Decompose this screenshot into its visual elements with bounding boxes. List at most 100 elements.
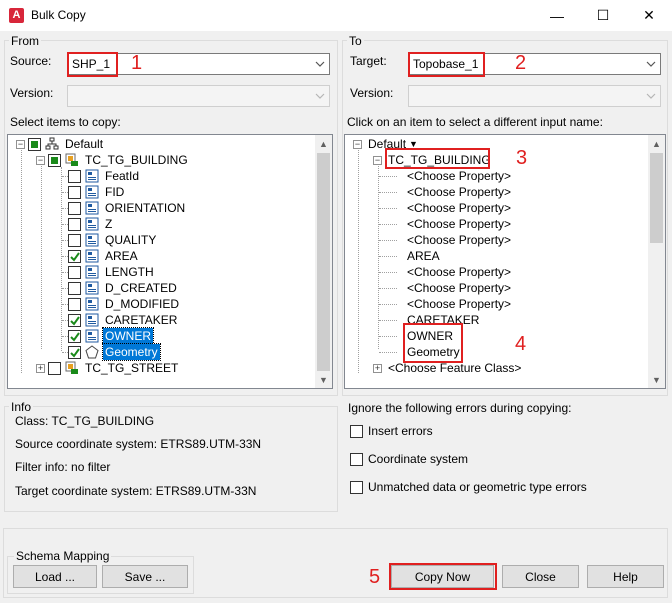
close-window-button[interactable]: ✕ — [626, 0, 672, 31]
scroll-down-icon[interactable]: ▼ — [315, 371, 332, 388]
street-checkbox[interactable] — [48, 361, 61, 375]
collapse-icon[interactable]: − — [353, 139, 362, 149]
mapping-label[interactable]: <Choose Property> — [405, 184, 513, 200]
scroll-up-icon[interactable]: ▲ — [648, 135, 665, 152]
to-group-label: To — [347, 34, 364, 48]
attribute-label: D_CREATED — [105, 281, 177, 295]
attribute-checkbox[interactable] — [68, 217, 81, 231]
attribute-label: OWNER — [102, 327, 154, 345]
mapping-label[interactable]: <Choose Property> — [405, 168, 513, 184]
target-tree[interactable]: − Default ▼ − TC_TG_BUILDING <Choose Pro… — [344, 134, 666, 389]
attribute-label: D_MODIFIED — [105, 297, 180, 311]
tree-row-building[interactable]: − TC_TG_BUILDING — [36, 152, 190, 168]
tree-row-mapping[interactable]: <Choose Property> — [379, 168, 513, 184]
tree-row-attribute[interactable]: QUALITY — [62, 232, 158, 248]
attribute-checkbox[interactable] — [68, 169, 81, 183]
scroll-up-icon[interactable]: ▲ — [315, 135, 332, 152]
tree-row-attribute[interactable]: FeatId — [62, 168, 141, 184]
attribute-checkbox[interactable] — [68, 345, 81, 359]
building-checkbox[interactable] — [48, 153, 61, 167]
coordinate-system-checkbox[interactable] — [350, 452, 363, 466]
attribute-checkbox[interactable] — [68, 297, 81, 311]
tree-row-attribute[interactable]: Z — [62, 216, 114, 232]
mapping-label[interactable]: <Choose Property> — [405, 280, 513, 296]
collapse-icon[interactable]: − — [16, 139, 25, 149]
tree-row-attribute[interactable]: D_CREATED — [62, 280, 179, 296]
feature-class-icon — [65, 153, 79, 167]
source-tree-scrollbar[interactable]: ▲ ▼ — [315, 135, 332, 388]
close-button[interactable]: Close — [502, 565, 579, 588]
expand-icon[interactable]: + — [373, 363, 382, 373]
attribute-checkbox[interactable] — [68, 233, 81, 247]
geometry-icon — [85, 345, 99, 359]
property-icon — [85, 201, 99, 215]
info-group-label: Info — [9, 400, 34, 414]
help-button[interactable]: Help — [587, 565, 664, 588]
mapping-label[interactable]: AREA — [405, 248, 442, 264]
insert-errors-checkbox[interactable] — [350, 424, 363, 438]
mapping-label[interactable]: <Choose Property> — [405, 216, 513, 232]
unmatched-data-checkbox[interactable] — [350, 480, 363, 494]
attribute-checkbox[interactable] — [68, 249, 81, 263]
annotation-box-4 — [403, 323, 463, 363]
maximize-button[interactable]: ☐ — [580, 0, 626, 31]
tree-row-attribute[interactable]: LENGTH — [62, 264, 156, 280]
collapse-icon[interactable]: − — [373, 155, 382, 165]
tree-row-attribute[interactable]: ORIENTATION — [62, 200, 187, 216]
tree-row-attribute[interactable]: AREA — [62, 248, 140, 264]
chevron-down-icon — [311, 86, 329, 106]
tree-row-mapping[interactable]: <Choose Property> — [379, 264, 513, 280]
attribute-checkbox[interactable] — [68, 201, 81, 215]
target-tree-scrollbar[interactable]: ▲ ▼ — [648, 135, 665, 388]
attribute-checkbox[interactable] — [68, 185, 81, 199]
unmatched-data-option[interactable]: Unmatched data or geometric type errors — [350, 480, 587, 494]
tree-row-mapping[interactable]: AREA — [379, 248, 442, 264]
mapping-label[interactable]: <Choose Property> — [405, 200, 513, 216]
mapping-label[interactable]: <Choose Property> — [405, 232, 513, 248]
tree-label-street: TC_TG_STREET — [85, 361, 179, 375]
tree-row-mapping[interactable]: <Choose Property> — [379, 200, 513, 216]
ignore-errors-label: Ignore the following errors during copyi… — [348, 401, 572, 415]
insert-errors-option[interactable]: Insert errors — [350, 424, 433, 438]
tree-row-mapping[interactable]: <Choose Property> — [379, 184, 513, 200]
to-version-label: Version: — [350, 86, 394, 100]
collapse-icon[interactable]: − — [36, 155, 45, 165]
chevron-down-icon[interactable] — [311, 54, 329, 74]
default-checkbox[interactable] — [28, 137, 41, 151]
attribute-checkbox[interactable] — [68, 281, 81, 295]
tree-row-mapping[interactable]: <Choose Property> — [379, 280, 513, 296]
tree-row-attribute[interactable]: FID — [62, 184, 126, 200]
attribute-checkbox[interactable] — [68, 329, 81, 343]
load-button[interactable]: Load ... — [13, 565, 97, 588]
tree-row-mapping[interactable]: <Choose Property> — [379, 296, 513, 312]
property-icon — [85, 249, 99, 263]
expand-icon[interactable]: + — [36, 363, 45, 373]
checkmark-icon — [70, 347, 80, 358]
from-version-combo[interactable] — [67, 85, 330, 107]
minimize-button[interactable]: — — [534, 0, 580, 31]
coordinate-system-option[interactable]: Coordinate system — [350, 452, 468, 466]
tree-row-attribute[interactable]: CARETAKER — [62, 312, 179, 328]
source-tree[interactable]: − Default − TC_TG_BUILDING FeatId FID ORIE… — [7, 134, 333, 389]
tree-row-street[interactable]: + TC_TG_STREET — [36, 360, 180, 376]
annotation-box-1 — [67, 52, 118, 77]
tree-row-mapping[interactable]: <Choose Property> — [379, 232, 513, 248]
save-button[interactable]: Save ... — [102, 565, 188, 588]
tree-row-default[interactable]: − Default — [16, 136, 105, 152]
scroll-down-icon[interactable]: ▼ — [648, 371, 665, 388]
tree-row-attribute[interactable]: Geometry — [62, 343, 161, 361]
tree-row-attribute[interactable]: OWNER — [62, 327, 154, 345]
tree-row-attribute[interactable]: D_MODIFIED — [62, 296, 181, 312]
chevron-down-icon[interactable] — [642, 54, 660, 74]
annotation-box-5 — [389, 563, 497, 590]
tree-row-mapping[interactable]: <Choose Property> — [379, 216, 513, 232]
annotation-number-3: 3 — [516, 147, 528, 169]
scroll-thumb[interactable] — [317, 153, 330, 371]
mapping-label[interactable]: <Choose Property> — [405, 264, 513, 280]
mapping-label[interactable]: <Choose Property> — [405, 296, 513, 312]
attribute-checkbox[interactable] — [68, 265, 81, 279]
attribute-checkbox[interactable] — [68, 313, 81, 327]
scroll-thumb[interactable] — [650, 153, 663, 243]
to-version-combo[interactable] — [408, 85, 661, 107]
source-label: Source: — [10, 54, 52, 68]
